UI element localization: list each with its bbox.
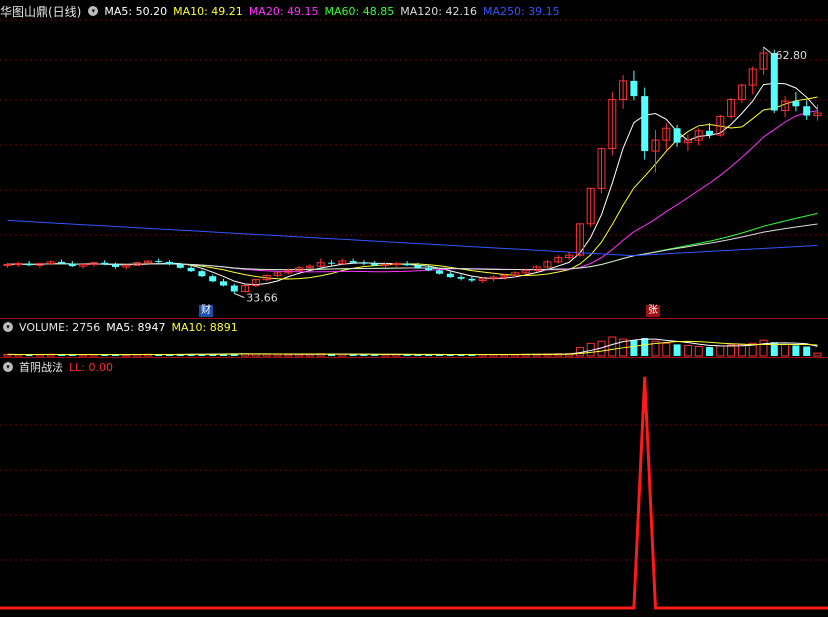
candle-body	[112, 264, 119, 267]
candle-body	[792, 101, 800, 107]
volume-bar	[641, 338, 649, 356]
candle-body	[673, 128, 681, 143]
badge-zhang: 张	[646, 305, 660, 317]
candle-body	[381, 263, 390, 266]
ma20-line	[7, 110, 818, 273]
volume-bar	[662, 342, 671, 357]
candle-body	[176, 264, 184, 268]
candle-body	[371, 263, 379, 266]
volume-bar	[683, 344, 692, 357]
stock-chart[interactable]: 62.80 33.66	[0, 0, 828, 617]
candle-body	[58, 261, 65, 264]
candle-body	[155, 261, 163, 263]
candle-body	[328, 262, 335, 264]
volume-bar	[803, 346, 811, 356]
candle-body	[14, 263, 23, 266]
candle-body	[468, 278, 476, 281]
volume-bar	[759, 339, 768, 357]
volume-bar	[694, 346, 703, 357]
candle-body	[68, 263, 76, 267]
ma60-line	[7, 212, 818, 271]
high-pointer	[763, 46, 774, 56]
candle-body	[3, 263, 12, 266]
candle-body	[187, 267, 195, 272]
candle-body	[706, 130, 713, 136]
candle-body	[446, 273, 454, 278]
candle-body	[641, 96, 649, 152]
volume-bar	[706, 347, 713, 356]
candle-body	[360, 262, 368, 264]
candle-body	[198, 271, 206, 277]
candle-body	[457, 277, 465, 279]
high-label: 62.80	[776, 49, 808, 62]
candle-body	[803, 106, 811, 116]
candle-body	[25, 263, 33, 266]
ma250-line	[7, 219, 818, 257]
volume-bar	[716, 345, 725, 357]
candle-body	[209, 276, 217, 282]
bottom-strip	[0, 613, 828, 617]
candle-body	[630, 80, 638, 97]
volume-bar	[792, 345, 800, 356]
indicator-line	[0, 376, 828, 610]
volume-bar	[813, 352, 822, 357]
candle-body	[392, 263, 401, 266]
candle-body	[349, 261, 357, 263]
low-label: 33.66	[246, 292, 277, 305]
volume-bar	[673, 344, 681, 356]
candle-body	[220, 281, 227, 286]
badge-cai: 财	[199, 305, 213, 317]
candle-body	[230, 285, 238, 292]
candle-body	[414, 265, 422, 268]
volume-bar	[608, 336, 617, 357]
volume-bar	[630, 340, 638, 356]
candle-body	[166, 261, 173, 265]
ma120-line	[7, 223, 818, 271]
candle-body	[101, 262, 109, 265]
volume-bar	[273, 353, 282, 357]
ma5-line	[7, 82, 818, 286]
low-pointer	[234, 293, 245, 298]
candle-body	[436, 270, 443, 274]
volume-bar	[727, 344, 736, 357]
candle-body	[403, 263, 411, 266]
volume-bar	[781, 343, 790, 357]
candle-body	[425, 267, 433, 271]
